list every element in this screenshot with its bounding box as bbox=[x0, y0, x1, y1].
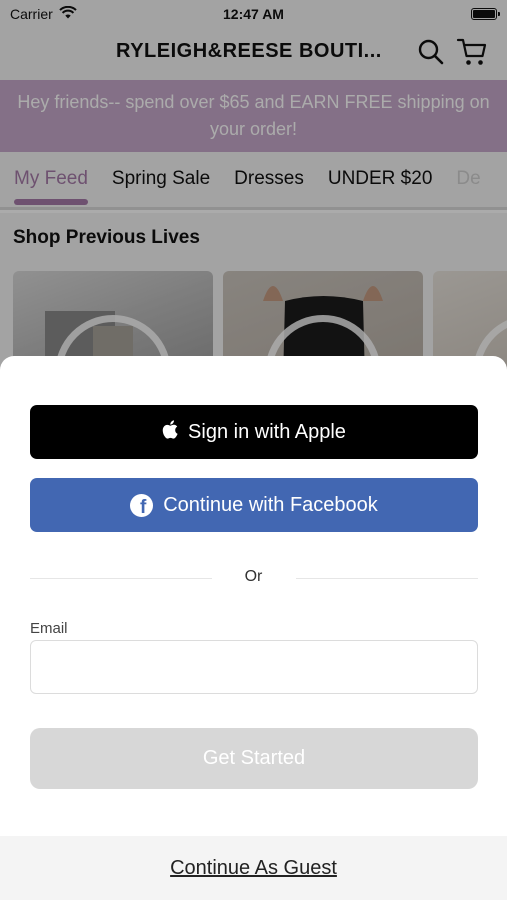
divider-right bbox=[296, 578, 478, 579]
apple-icon bbox=[162, 419, 178, 445]
guest-bar: Continue As Guest bbox=[0, 836, 507, 900]
login-sheet: Sign in with Apple f Continue with Faceb… bbox=[0, 356, 507, 900]
modal-backdrop[interactable] bbox=[0, 0, 507, 373]
continue-as-guest-link[interactable]: Continue As Guest bbox=[170, 857, 337, 880]
facebook-icon: f bbox=[130, 493, 154, 517]
get-started-label: Get Started bbox=[202, 747, 306, 769]
or-divider-text: Or bbox=[244, 568, 263, 585]
sign-in-apple-button[interactable]: Sign in with Apple bbox=[30, 405, 478, 459]
email-label: Email bbox=[30, 620, 68, 637]
facebook-button-label: Continue with Facebook bbox=[163, 493, 378, 516]
apple-button-label: Sign in with Apple bbox=[188, 420, 346, 443]
email-field[interactable] bbox=[30, 640, 478, 694]
continue-facebook-button[interactable]: f Continue with Facebook bbox=[30, 478, 478, 532]
get-started-button[interactable]: Get Started bbox=[30, 728, 478, 789]
